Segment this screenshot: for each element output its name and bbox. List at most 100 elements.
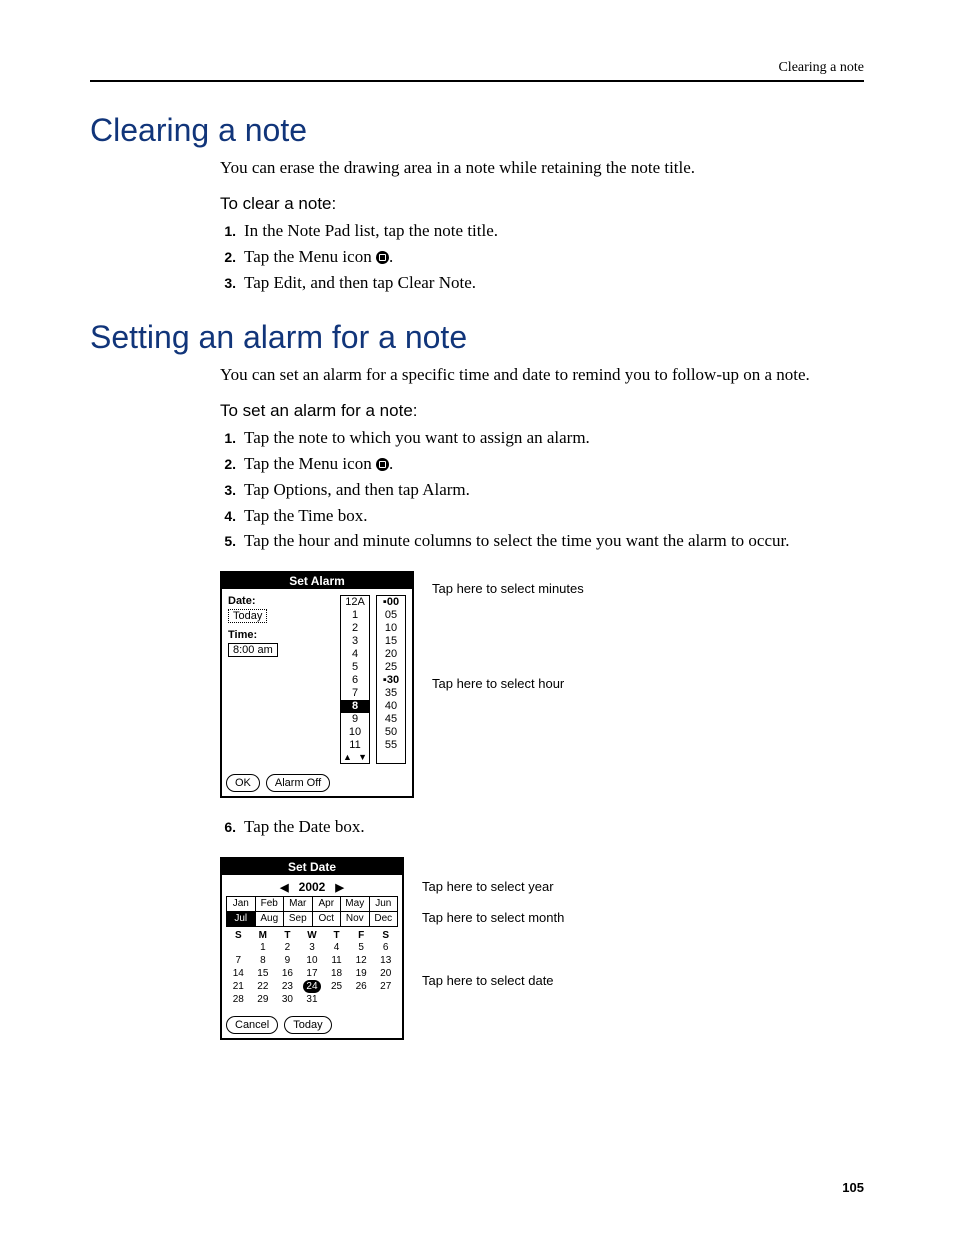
day-cell[interactable]: 2 (275, 941, 300, 954)
month-cell[interactable]: Nov (341, 912, 370, 927)
day-cell[interactable]: 8 (251, 954, 276, 967)
minute-cell[interactable]: ▪00 (377, 596, 405, 609)
month-cell[interactable]: Aug (256, 912, 285, 927)
day-cell[interactable]: 4 (324, 941, 349, 954)
month-cell[interactable]: Feb (256, 897, 285, 912)
set-alarm-dialog[interactable]: Set Alarm Date: Today Time: 8:00 am 12A1… (220, 571, 414, 798)
minute-cell[interactable]: 20 (377, 648, 405, 661)
steps-alarm: 1.Tap the note to which you want to assi… (220, 427, 864, 554)
hour-down-icon[interactable]: ▼ (358, 752, 367, 763)
label-date: Date: (228, 595, 334, 607)
day-cell[interactable]: 19 (349, 967, 374, 980)
month-cell[interactable]: Oct (313, 912, 342, 927)
month-cell[interactable]: Dec (370, 912, 399, 927)
day-cell[interactable]: 29 (251, 993, 276, 1006)
cancel-button[interactable]: Cancel (226, 1016, 278, 1034)
hour-cell[interactable]: 6 (341, 674, 369, 687)
minute-cell[interactable]: 40 (377, 700, 405, 713)
minute-cell[interactable]: 25 (377, 661, 405, 674)
label-time: Time: (228, 629, 334, 641)
day-cell[interactable]: 22 (251, 980, 276, 993)
hour-cell[interactable]: 12A (341, 596, 369, 609)
hour-cell[interactable]: 5 (341, 661, 369, 674)
day-cell[interactable]: 24 (300, 980, 325, 993)
minute-cell[interactable]: 05 (377, 609, 405, 622)
step-num: 3. (220, 479, 236, 502)
day-cell[interactable]: 10 (300, 954, 325, 967)
hour-cell[interactable]: 4 (341, 648, 369, 661)
day-cell[interactable]: 7 (226, 954, 251, 967)
minute-column[interactable]: ▪000510152025▪303540455055 (376, 595, 406, 764)
day-cell[interactable]: 15 (251, 967, 276, 980)
steps-alarm-cont: 6.Tap the Date box. (220, 816, 864, 839)
hour-up-icon[interactable]: ▲ (343, 752, 352, 763)
day-of-week-header: SMTWTFS (226, 930, 398, 941)
month-cell[interactable]: Jan (227, 897, 256, 912)
step-text: Tap the Menu icon . (244, 246, 393, 269)
month-grid[interactable]: JanFebMarAprMayJun JulAugSepOctNovDec (226, 896, 398, 927)
hour-cell[interactable]: 3 (341, 635, 369, 648)
day-cell[interactable]: 11 (324, 954, 349, 967)
minute-cell[interactable]: 50 (377, 726, 405, 739)
minute-cell[interactable]: 15 (377, 635, 405, 648)
minute-cell[interactable]: ▪30 (377, 674, 405, 687)
next-year-icon[interactable]: ▶ (335, 881, 343, 894)
year-selector[interactable]: ◀ 2002 ▶ (226, 878, 398, 896)
alarm-off-button[interactable]: Alarm Off (266, 774, 330, 792)
minute-cell[interactable]: 45 (377, 713, 405, 726)
hour-column[interactable]: 12A1234567891011▲ ▼ (340, 595, 370, 764)
dow-cell: T (275, 930, 300, 941)
day-cell[interactable]: 30 (275, 993, 300, 1006)
day-cell[interactable]: 20 (373, 967, 398, 980)
dialog-title: Set Alarm (222, 573, 412, 589)
day-cell[interactable]: 18 (324, 967, 349, 980)
month-cell[interactable]: Sep (284, 912, 313, 927)
minute-cell[interactable]: 55 (377, 739, 405, 752)
figure-set-date: Set Date ◀ 2002 ▶ JanFebMarAprMayJunJulA… (220, 857, 864, 1040)
month-cell[interactable]: Mar (284, 897, 313, 912)
date-today-button[interactable]: Today (228, 609, 267, 623)
today-button[interactable]: Today (284, 1016, 331, 1034)
month-cell[interactable]: Apr (313, 897, 342, 912)
day-cell[interactable]: 26 (349, 980, 374, 993)
day-cell[interactable]: 23 (275, 980, 300, 993)
step-text: Tap the Menu icon . (244, 453, 393, 476)
day-cell[interactable]: 21 (226, 980, 251, 993)
dow-cell: S (226, 930, 251, 941)
minute-cell[interactable]: 10 (377, 622, 405, 635)
day-cell[interactable]: 9 (275, 954, 300, 967)
day-cell[interactable]: 27 (373, 980, 398, 993)
hour-cell[interactable]: 10 (341, 726, 369, 739)
hour-cell[interactable]: 11 (341, 739, 369, 752)
day-cell[interactable]: 1 (251, 941, 276, 954)
month-cell[interactable]: May (341, 897, 370, 912)
day-cell[interactable]: 14 (226, 967, 251, 980)
month-cell[interactable]: Jul (227, 912, 256, 927)
day-cell[interactable]: 12 (349, 954, 374, 967)
para-clearing-intro: You can erase the drawing area in a note… (220, 157, 864, 180)
minute-cell[interactable]: 35 (377, 687, 405, 700)
month-cell[interactable]: Jun (370, 897, 399, 912)
day-cell[interactable]: 17 (300, 967, 325, 980)
time-box[interactable]: 8:00 am (228, 643, 278, 657)
day-cell[interactable]: 28 (226, 993, 251, 1006)
set-date-dialog[interactable]: Set Date ◀ 2002 ▶ JanFebMarAprMayJunJulA… (220, 857, 404, 1040)
day-cell[interactable]: 31 (300, 993, 325, 1006)
day-grid[interactable]: 1234567891011121314151617181920212223242… (226, 941, 398, 1006)
day-cell[interactable]: 5 (349, 941, 374, 954)
hour-cell[interactable]: 7 (341, 687, 369, 700)
ok-button[interactable]: OK (226, 774, 260, 792)
day-cell[interactable]: 25 (324, 980, 349, 993)
step-num: 4. (220, 505, 236, 528)
hour-cell[interactable]: 9 (341, 713, 369, 726)
day-cell (226, 941, 251, 954)
steps-clear: 1.In the Note Pad list, tap the note tit… (220, 220, 864, 295)
hour-cell[interactable]: 1 (341, 609, 369, 622)
prev-year-icon[interactable]: ◀ (280, 881, 288, 894)
day-cell[interactable]: 16 (275, 967, 300, 980)
day-cell[interactable]: 3 (300, 941, 325, 954)
day-cell[interactable]: 6 (373, 941, 398, 954)
hour-cell[interactable]: 8 (341, 700, 369, 713)
day-cell[interactable]: 13 (373, 954, 398, 967)
hour-cell[interactable]: 2 (341, 622, 369, 635)
